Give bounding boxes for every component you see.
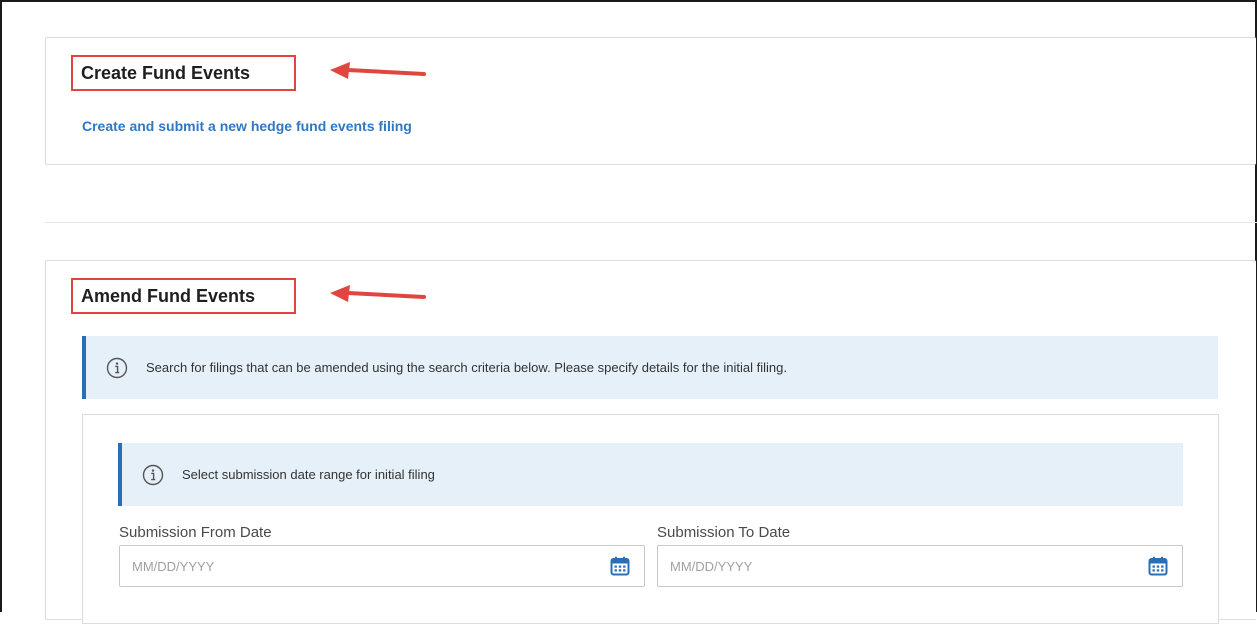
amend-info-text: Search for filings that can be amended u… [146,360,787,375]
arrow-left-icon [330,62,426,79]
date-range-info-banner: Select submission date range for initial… [118,443,1183,506]
create-fund-events-heading: Create Fund Events [71,55,296,91]
amend-info-banner: Search for filings that can be amended u… [82,336,1218,399]
create-fund-events-title: Create Fund Events [81,63,251,83]
create-new-filing-link[interactable]: Create and submit a new hedge fund event… [82,118,412,134]
calendar-icon[interactable] [1148,556,1168,576]
submission-from-date-field [119,545,645,587]
submission-to-date-input[interactable] [658,546,1182,586]
submission-to-date-label: Submission To Date [657,524,791,541]
arrow-left-icon [330,285,426,302]
section-divider [45,222,1257,223]
info-circle-icon [106,357,128,378]
date-range-info-text: Select submission date range for initial… [182,467,435,482]
submission-to-date-field [657,545,1183,587]
submission-from-date-label: Submission From Date [119,524,272,541]
submission-from-date-input[interactable] [120,546,644,586]
calendar-icon[interactable] [610,556,630,576]
info-circle-icon [142,464,164,485]
amend-fund-events-heading: Amend Fund Events [71,278,296,314]
amend-fund-events-title: Amend Fund Events [81,286,256,306]
